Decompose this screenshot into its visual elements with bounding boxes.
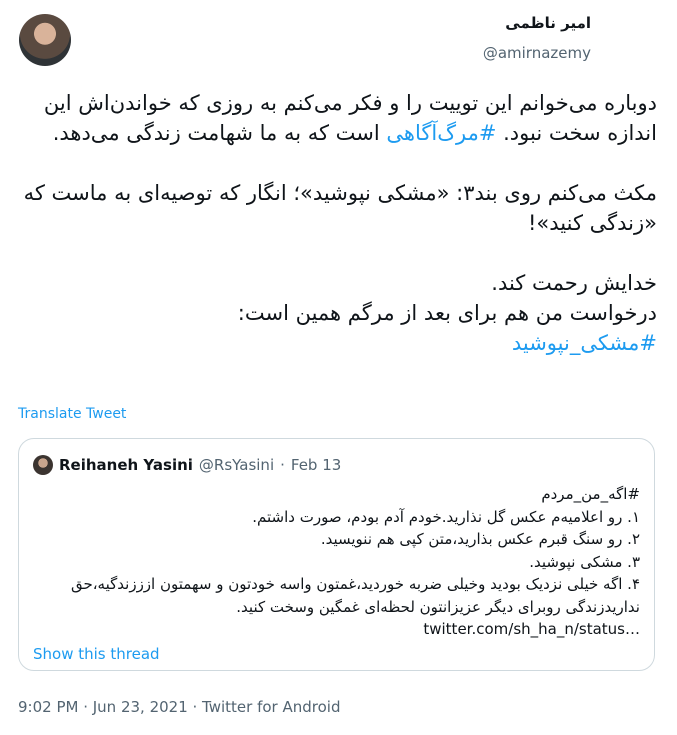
quoted-line: ۳. مشکی نپوشید.: [529, 552, 640, 571]
separator-dot: ·: [280, 456, 285, 474]
quoted-line: #اگه_من_مردم: [541, 485, 640, 503]
tweet-text: دوباره می‌خوانم این توییت را و فکر می‌کن…: [18, 88, 657, 358]
text-segment: است که به ما شهامت زندگی می‌دهد.: [52, 121, 387, 145]
author-info[interactable]: امیر ناظمی @amirnazemy: [483, 14, 591, 62]
paragraph-3a: خدایش رحمت کند.: [491, 271, 657, 295]
quoted-date: Feb 13: [290, 456, 342, 474]
paragraph-2: مکث می‌کنم روی بند۳: «مشکی نپوشید»؛ انگا…: [23, 181, 657, 235]
quoted-line: ۱. رو اعلامیه‌م عکس گل نذارید.خودم آدم ب…: [252, 507, 640, 526]
quoted-line: ۴. اگه خیلی نزدیک بودید وخیلی ضربه خوردی…: [70, 575, 640, 616]
quoted-link: twitter.com/sh_ha_n/status…: [423, 620, 640, 638]
tweet-header: ··· امیر ناظمی @amirnazemy: [0, 12, 677, 72]
paragraph-3b: درخواست من هم برای بعد از مرگم همین است:: [237, 301, 657, 325]
quoted-line: ۲. رو سنگ قبرم عکس بذارید،متن کپی هم ننو…: [320, 530, 640, 548]
author-name[interactable]: امیر ناظمی: [483, 14, 591, 32]
paragraph-1: دوباره می‌خوانم این توییت را و فکر می‌کن…: [18, 88, 657, 148]
translate-tweet-link[interactable]: Translate Tweet: [18, 406, 126, 422]
quoted-avatar: [33, 455, 53, 475]
hashtag-link[interactable]: #مشکی_نپوشید: [512, 331, 657, 355]
avatar[interactable]: [19, 14, 71, 66]
author-handle[interactable]: @amirnazemy: [483, 44, 591, 62]
quoted-tweet[interactable]: Reihaneh Yasini @RsYasini · Feb 13 #اگه_…: [18, 438, 655, 671]
show-thread-link[interactable]: Show this thread: [33, 645, 160, 663]
tweet: ··· امیر ناظمی @amirnazemy دوباره می‌خوا…: [0, 0, 677, 735]
quoted-tweet-text: #اگه_من_مردم ۱. رو اعلامیه‌م عکس گل نذار…: [33, 483, 640, 641]
quoted-tweet-header: Reihaneh Yasini @RsYasini · Feb 13: [33, 455, 341, 475]
hashtag-link[interactable]: #مرگ‌آگاهی: [386, 121, 496, 145]
quoted-author-name: Reihaneh Yasini: [59, 456, 193, 474]
tweet-timestamp[interactable]: 9:02 PM · Jun 23, 2021 · Twitter for And…: [18, 698, 340, 716]
quoted-author-handle: @RsYasini: [198, 456, 275, 474]
